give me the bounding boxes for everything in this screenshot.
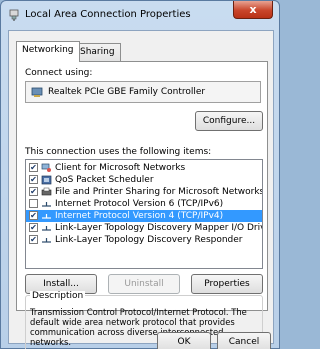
dialog-client-area: Networking Sharing Connect using: Realte… <box>8 30 274 349</box>
network-card-icon <box>31 87 43 97</box>
list-item-lltd-responder[interactable]: ✔ Link-Layer Topology Discovery Responde… <box>26 234 262 246</box>
network-client-icon <box>41 163 51 172</box>
list-item-file-printer-sharing[interactable]: ✔ File and Printer Sharing for Microsoft… <box>26 186 262 198</box>
properties-button[interactable]: Properties <box>191 274 263 294</box>
item-label: Link-Layer Topology Discovery Mapper I/O… <box>55 223 263 233</box>
ok-button[interactable]: OK <box>157 332 211 349</box>
items-label: This connection uses the following items… <box>25 147 212 157</box>
item-label: QoS Packet Scheduler <box>55 175 154 185</box>
item-label: Internet Protocol Version 6 (TCP/IPv6) <box>55 199 224 209</box>
protocol-icon <box>42 202 51 207</box>
close-button[interactable]: x <box>233 1 273 19</box>
title-bar[interactable]: Local Area Connection Properties x <box>1 1 279 29</box>
item-checkbox[interactable] <box>29 199 38 208</box>
item-label: Client for Microsoft Networks <box>55 163 186 173</box>
file-printer-sharing-icon <box>41 187 52 196</box>
protocol-icon <box>42 214 51 219</box>
configure-button[interactable]: Configure... <box>195 111 263 131</box>
list-item-client[interactable]: ✔ Client for Microsoft Networks <box>26 162 262 174</box>
cancel-button[interactable]: Cancel <box>217 332 271 349</box>
list-item-ipv4[interactable]: ✔ Internet Protocol Version 4 (TCP/IPv4) <box>26 210 262 222</box>
uninstall-button[interactable]: Uninstall <box>108 274 180 294</box>
item-checkbox[interactable]: ✔ <box>29 175 38 184</box>
item-label: Internet Protocol Version 4 (TCP/IPv4) <box>55 211 224 221</box>
adapter-name: Realtek PCIe GBE Family Controller <box>48 87 206 97</box>
list-item-lltd-mapper[interactable]: ✔ Link-Layer Topology Discovery Mapper I… <box>26 222 262 234</box>
item-checkbox[interactable]: ✔ <box>29 223 38 232</box>
properties-dialog: Local Area Connection Properties x Netwo… <box>0 0 280 349</box>
item-checkbox[interactable]: ✔ <box>29 211 38 220</box>
protocol-icon <box>42 238 51 243</box>
network-adapter-icon <box>9 9 19 21</box>
item-label: File and Printer Sharing for Microsoft N… <box>55 187 263 197</box>
item-label: Link-Layer Topology Discovery Responder <box>55 235 243 245</box>
description-title: Description <box>30 291 86 301</box>
networking-panel: Connect using: Realtek PCIe GBE Family C… <box>16 61 268 349</box>
connect-using-label: Connect using: <box>25 68 93 78</box>
protocol-icon <box>42 226 51 231</box>
tab-networking[interactable]: Networking <box>16 41 80 62</box>
list-item-qos[interactable]: ✔ QoS Packet Scheduler <box>26 174 262 186</box>
item-checkbox[interactable]: ✔ <box>29 163 38 172</box>
qos-icon <box>41 175 52 185</box>
list-item-ipv6[interactable]: Internet Protocol Version 6 (TCP/IPv6) <box>26 198 262 210</box>
components-list[interactable]: ✔ Client for Microsoft Networks ✔ QoS Pa… <box>25 159 263 269</box>
item-checkbox[interactable]: ✔ <box>29 235 38 244</box>
item-checkbox[interactable]: ✔ <box>29 187 38 196</box>
adapter-field: Realtek PCIe GBE Family Controller <box>25 81 261 103</box>
tab-sharing[interactable]: Sharing <box>74 43 121 61</box>
window-title: Local Area Connection Properties <box>25 9 191 20</box>
